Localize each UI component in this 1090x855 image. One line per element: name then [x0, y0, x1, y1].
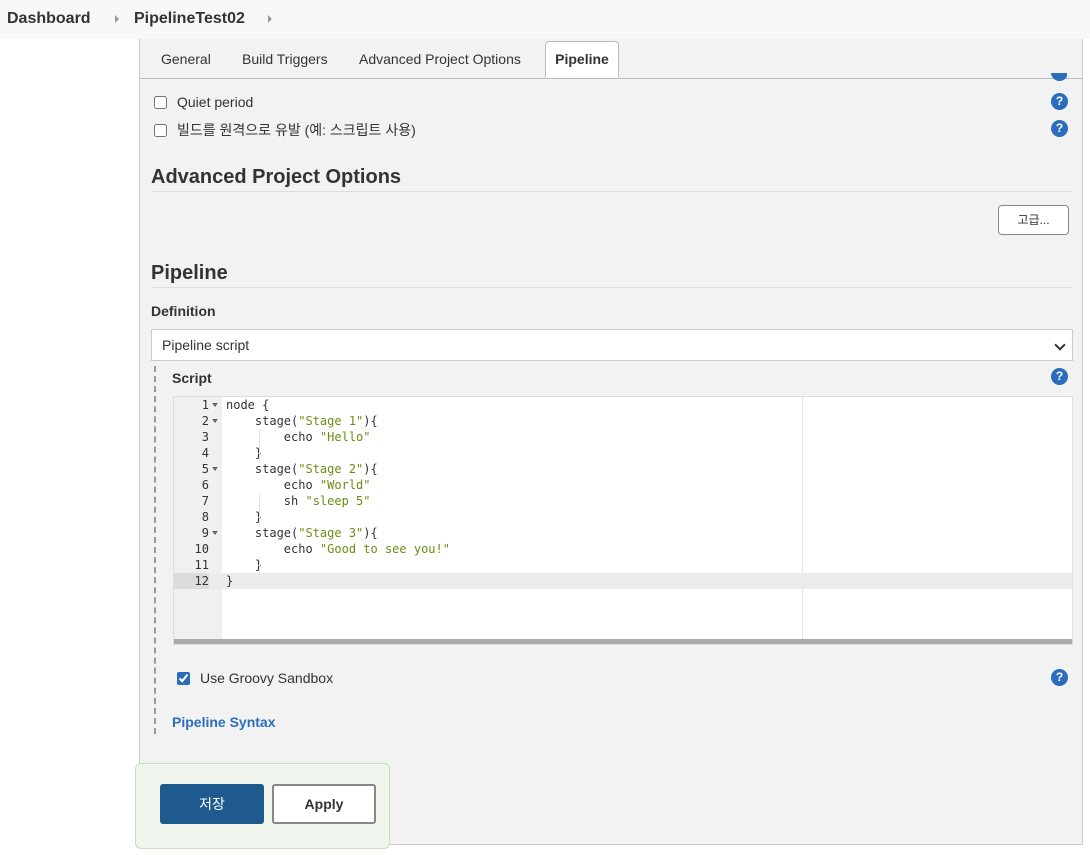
code-line[interactable]: 10 echo "Good to see you!" [174, 541, 1072, 557]
tab-advanced-project-options[interactable]: Advanced Project Options [359, 51, 521, 67]
groovy-sandbox-checkbox[interactable] [177, 671, 190, 685]
code-text: echo "World" [226, 478, 371, 492]
breadcrumb-dashboard-link[interactable]: Dashboard [7, 10, 91, 28]
editor-horizontal-scrollbar[interactable] [174, 639, 1072, 644]
code-line[interactable]: 11 } [174, 557, 1072, 573]
code-line[interactable]: 1 node { [174, 397, 1072, 413]
code-text: } [226, 574, 234, 588]
indent-guide [258, 493, 260, 525]
config-tab-bar: General Build Triggers Advanced Project … [140, 39, 1082, 79]
line-number: 9 [201, 526, 209, 540]
line-number: 6 [201, 478, 209, 492]
code-line[interactable]: 3 echo "Hello" [174, 429, 1072, 445]
groovy-sandbox-option[interactable]: Use Groovy Sandbox [177, 670, 333, 686]
code-line[interactable]: 5 stage("Stage 2"){ [174, 461, 1072, 477]
script-editor[interactable]: 1 node {2 stage("Stage 1"){3 echo "Hello"… [173, 396, 1073, 645]
code-text: stage("Stage 3"){ [226, 526, 378, 540]
line-number: 12 [174, 573, 209, 589]
groovy-sandbox-label: Use Groovy Sandbox [200, 670, 334, 686]
line-number: 7 [201, 494, 209, 508]
line-number: 10 [194, 542, 209, 556]
help-icon[interactable]: ? [1051, 669, 1068, 686]
line-number: 1 [201, 398, 209, 412]
section-divider [151, 287, 1073, 288]
line-number: 3 [201, 430, 209, 444]
code-text: } [226, 510, 263, 524]
line-number: 4 [201, 446, 209, 460]
apply-button[interactable]: Apply [272, 784, 376, 824]
line-number: 11 [194, 558, 209, 572]
fold-toggle-icon[interactable] [212, 403, 218, 407]
remote-trigger-checkbox[interactable] [154, 123, 167, 137]
code-line[interactable]: 2 stage("Stage 1"){ [174, 413, 1072, 429]
remote-trigger-label: 빌드를 원격으로 유발 (예: 스크립트 사용) [177, 122, 416, 138]
save-button[interactable]: 저장 [160, 784, 264, 824]
quiet-period-option[interactable]: Quiet period [154, 94, 253, 110]
indent-guide [258, 429, 260, 461]
help-icon[interactable]: ? [1051, 120, 1068, 137]
breadcrumb-separator-icon[interactable] [115, 15, 119, 23]
line-number: 5 [201, 462, 209, 476]
code-line[interactable]: 4 } [174, 445, 1072, 461]
help-icon[interactable]: ? [1051, 93, 1068, 110]
advanced-button[interactable]: 고급... [998, 205, 1069, 235]
nested-section-rail [154, 366, 156, 734]
pipeline-heading: Pipeline [151, 262, 228, 284]
code-line[interactable]: 8 } [174, 509, 1072, 525]
script-label: Script [172, 370, 212, 386]
breadcrumb-project-link[interactable]: PipelineTest02 [134, 10, 245, 28]
form-button-bar: 저장 Apply [135, 763, 390, 849]
indent-guide [258, 557, 260, 573]
definition-select[interactable]: Pipeline script [151, 329, 1073, 361]
code-text: echo "Hello" [226, 430, 371, 444]
quiet-period-checkbox[interactable] [154, 95, 167, 109]
chevron-down-icon [1054, 339, 1066, 351]
help-icon[interactable]: ? [1051, 368, 1068, 385]
code-line[interactable]: 12} [174, 573, 1072, 589]
code-line[interactable]: 6 echo "World" [174, 477, 1072, 493]
line-number: 2 [201, 414, 209, 428]
code-text: } [226, 446, 263, 460]
section-divider [151, 191, 1073, 192]
advanced-project-options-heading: Advanced Project Options [151, 166, 402, 188]
breadcrumb: Dashboard PipelineTest02 [0, 0, 1090, 39]
code-text: sh "sleep 5" [226, 494, 371, 508]
tab-pipeline[interactable]: Pipeline [545, 41, 619, 78]
pipeline-syntax-link[interactable]: Pipeline Syntax [172, 714, 275, 730]
code-text: node { [226, 398, 270, 412]
code-text: echo "Good to see you!" [226, 542, 450, 556]
remote-trigger-option[interactable]: 빌드를 원격으로 유발 (예: 스크립트 사용) [154, 120, 416, 140]
quiet-period-label: Quiet period [177, 94, 254, 110]
code-text: stage("Stage 2"){ [226, 462, 378, 476]
fold-toggle-icon[interactable] [212, 531, 218, 535]
breadcrumb-separator-icon[interactable] [268, 15, 272, 23]
code-line[interactable]: 9 stage("Stage 3"){ [174, 525, 1072, 541]
definition-selected-value: Pipeline script [162, 337, 250, 353]
code-line[interactable]: 7 sh "sleep 5" [174, 493, 1072, 509]
config-panel: General Build Triggers Advanced Project … [139, 39, 1083, 845]
tab-build-triggers[interactable]: Build Triggers [242, 51, 328, 67]
code-text: stage("Stage 1"){ [226, 414, 378, 428]
tab-general[interactable]: General [161, 51, 211, 67]
line-number: 8 [201, 510, 209, 524]
fold-toggle-icon[interactable] [212, 419, 218, 423]
code-text: } [226, 558, 263, 572]
fold-toggle-icon[interactable] [212, 467, 218, 471]
help-icon[interactable] [1051, 73, 1067, 81]
definition-label: Definition [151, 303, 216, 319]
